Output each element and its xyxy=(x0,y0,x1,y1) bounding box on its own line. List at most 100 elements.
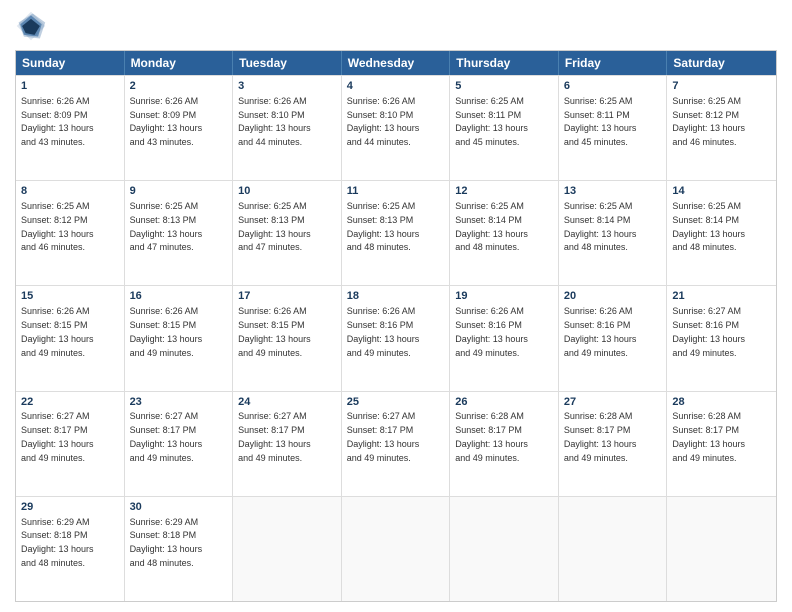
day-info: Sunrise: 6:26 AM Sunset: 8:16 PM Dayligh… xyxy=(455,306,528,357)
calendar-cell: 22Sunrise: 6:27 AM Sunset: 8:17 PM Dayli… xyxy=(16,392,125,496)
day-info: Sunrise: 6:25 AM Sunset: 8:11 PM Dayligh… xyxy=(455,96,528,147)
day-info: Sunrise: 6:25 AM Sunset: 8:12 PM Dayligh… xyxy=(672,96,745,147)
day-info: Sunrise: 6:27 AM Sunset: 8:16 PM Dayligh… xyxy=(672,306,745,357)
calendar-cell xyxy=(233,497,342,601)
day-number: 16 xyxy=(130,289,228,304)
calendar-cell: 20Sunrise: 6:26 AM Sunset: 8:16 PM Dayli… xyxy=(559,286,668,390)
calendar-cell: 15Sunrise: 6:26 AM Sunset: 8:15 PM Dayli… xyxy=(16,286,125,390)
calendar-row: 29 Sunrise: 6:29 AM Sunset: 8:18 PM Dayli… xyxy=(16,496,776,601)
day-info: Sunrise: 6:27 AM Sunset: 8:17 PM Dayligh… xyxy=(238,411,311,462)
day-info: Sunrise: 6:25 AM Sunset: 8:14 PM Dayligh… xyxy=(564,201,637,252)
day-info: Sunrise: 6:29 AM Sunset: 8:18 PM Dayligh… xyxy=(21,517,94,568)
calendar-cell: 29 Sunrise: 6:29 AM Sunset: 8:18 PM Dayli… xyxy=(16,497,125,601)
calendar-row: 15 Sunrise: 6:26 AM Sunset: 8:15 PM Dayli… xyxy=(16,285,776,390)
day-info: Sunrise: 6:27 AM Sunset: 8:17 PM Dayligh… xyxy=(347,411,420,462)
calendar-cell: 23Sunrise: 6:27 AM Sunset: 8:17 PM Dayli… xyxy=(125,392,234,496)
calendar-row: 22Sunrise: 6:27 AM Sunset: 8:17 PM Dayli… xyxy=(16,391,776,496)
calendar-cell: 19 Sunrise: 6:26 AM Sunset: 8:16 PM Dayli… xyxy=(450,286,559,390)
day-info: Sunrise: 6:26 AM Sunset: 8:16 PM Dayligh… xyxy=(564,306,637,357)
calendar-cell xyxy=(450,497,559,601)
day-info: Sunrise: 6:26 AM Sunset: 8:10 PM Dayligh… xyxy=(238,96,311,147)
day-number: 22 xyxy=(21,395,119,410)
calendar-cell: 12 Sunrise: 6:25 AM Sunset: 8:14 PM Dayli… xyxy=(450,181,559,285)
day-number: 18 xyxy=(347,289,445,304)
calendar-cell xyxy=(342,497,451,601)
calendar-cell: 5 Sunrise: 6:25 AM Sunset: 8:11 PM Daylig… xyxy=(450,76,559,180)
day-number: 5 xyxy=(455,79,553,94)
calendar: SundayMondayTuesdayWednesdayThursdayFrid… xyxy=(15,50,777,602)
calendar-header: SundayMondayTuesdayWednesdayThursdayFrid… xyxy=(16,51,776,75)
day-number: 12 xyxy=(455,184,553,199)
calendar-cell: 8 Sunrise: 6:25 AM Sunset: 8:12 PM Daylig… xyxy=(16,181,125,285)
day-number: 8 xyxy=(21,184,119,199)
calendar-cell: 21Sunrise: 6:27 AM Sunset: 8:16 PM Dayli… xyxy=(667,286,776,390)
calendar-row: 1 Sunrise: 6:26 AM Sunset: 8:09 PM Daylig… xyxy=(16,75,776,180)
logo-icon xyxy=(15,10,47,42)
calendar-cell: 2 Sunrise: 6:26 AM Sunset: 8:09 PM Daylig… xyxy=(125,76,234,180)
day-number: 13 xyxy=(564,184,662,199)
day-number: 2 xyxy=(130,79,228,94)
weekday-header: Tuesday xyxy=(233,51,342,75)
day-info: Sunrise: 6:28 AM Sunset: 8:17 PM Dayligh… xyxy=(564,411,637,462)
day-number: 7 xyxy=(672,79,771,94)
calendar-body: 1 Sunrise: 6:26 AM Sunset: 8:09 PM Daylig… xyxy=(16,75,776,601)
day-info: Sunrise: 6:26 AM Sunset: 8:16 PM Dayligh… xyxy=(347,306,420,357)
day-number: 14 xyxy=(672,184,771,199)
calendar-cell: 13 Sunrise: 6:25 AM Sunset: 8:14 PM Dayli… xyxy=(559,181,668,285)
day-info: Sunrise: 6:26 AM Sunset: 8:10 PM Dayligh… xyxy=(347,96,420,147)
calendar-cell: 10 Sunrise: 6:25 AM Sunset: 8:13 PM Dayli… xyxy=(233,181,342,285)
day-number: 30 xyxy=(130,500,228,515)
day-info: Sunrise: 6:27 AM Sunset: 8:17 PM Dayligh… xyxy=(21,411,94,462)
day-info: Sunrise: 6:28 AM Sunset: 8:17 PM Dayligh… xyxy=(455,411,528,462)
header xyxy=(15,10,777,42)
day-number: 10 xyxy=(238,184,336,199)
day-info: Sunrise: 6:27 AM Sunset: 8:17 PM Dayligh… xyxy=(130,411,203,462)
calendar-cell: 26Sunrise: 6:28 AM Sunset: 8:17 PM Dayli… xyxy=(450,392,559,496)
day-info: Sunrise: 6:25 AM Sunset: 8:13 PM Dayligh… xyxy=(347,201,420,252)
day-number: 19 xyxy=(455,289,553,304)
day-info: Sunrise: 6:25 AM Sunset: 8:11 PM Dayligh… xyxy=(564,96,637,147)
day-info: Sunrise: 6:25 AM Sunset: 8:13 PM Dayligh… xyxy=(238,201,311,252)
calendar-cell: 7 Sunrise: 6:25 AM Sunset: 8:12 PM Daylig… xyxy=(667,76,776,180)
logo xyxy=(15,10,51,42)
day-info: Sunrise: 6:29 AM Sunset: 8:18 PM Dayligh… xyxy=(130,517,203,568)
weekday-header: Thursday xyxy=(450,51,559,75)
weekday-header: Monday xyxy=(125,51,234,75)
day-number: 4 xyxy=(347,79,445,94)
day-info: Sunrise: 6:25 AM Sunset: 8:14 PM Dayligh… xyxy=(455,201,528,252)
day-info: Sunrise: 6:26 AM Sunset: 8:09 PM Dayligh… xyxy=(130,96,203,147)
calendar-cell: 17Sunrise: 6:26 AM Sunset: 8:15 PM Dayli… xyxy=(233,286,342,390)
day-number: 26 xyxy=(455,395,553,410)
calendar-cell: 11 Sunrise: 6:25 AM Sunset: 8:13 PM Dayli… xyxy=(342,181,451,285)
calendar-cell: 14Sunrise: 6:25 AM Sunset: 8:14 PM Dayli… xyxy=(667,181,776,285)
calendar-cell: 25Sunrise: 6:27 AM Sunset: 8:17 PM Dayli… xyxy=(342,392,451,496)
day-info: Sunrise: 6:26 AM Sunset: 8:15 PM Dayligh… xyxy=(238,306,311,357)
day-info: Sunrise: 6:26 AM Sunset: 8:09 PM Dayligh… xyxy=(21,96,94,147)
calendar-cell: 6 Sunrise: 6:25 AM Sunset: 8:11 PM Daylig… xyxy=(559,76,668,180)
day-number: 29 xyxy=(21,500,119,515)
day-number: 6 xyxy=(564,79,662,94)
day-number: 15 xyxy=(21,289,119,304)
calendar-cell: 18 Sunrise: 6:26 AM Sunset: 8:16 PM Dayli… xyxy=(342,286,451,390)
day-number: 1 xyxy=(21,79,119,94)
day-number: 24 xyxy=(238,395,336,410)
day-number: 3 xyxy=(238,79,336,94)
weekday-header: Wednesday xyxy=(342,51,451,75)
weekday-header: Sunday xyxy=(16,51,125,75)
calendar-cell: 3 Sunrise: 6:26 AM Sunset: 8:10 PM Daylig… xyxy=(233,76,342,180)
calendar-cell: 9Sunrise: 6:25 AM Sunset: 8:13 PM Daylig… xyxy=(125,181,234,285)
day-info: Sunrise: 6:25 AM Sunset: 8:12 PM Dayligh… xyxy=(21,201,94,252)
day-number: 28 xyxy=(672,395,771,410)
weekday-header: Friday xyxy=(559,51,668,75)
day-info: Sunrise: 6:28 AM Sunset: 8:17 PM Dayligh… xyxy=(672,411,745,462)
calendar-cell: 28Sunrise: 6:28 AM Sunset: 8:17 PM Dayli… xyxy=(667,392,776,496)
calendar-cell xyxy=(559,497,668,601)
calendar-cell xyxy=(667,497,776,601)
calendar-cell: 1 Sunrise: 6:26 AM Sunset: 8:09 PM Daylig… xyxy=(16,76,125,180)
day-number: 25 xyxy=(347,395,445,410)
calendar-cell: 4 Sunrise: 6:26 AM Sunset: 8:10 PM Daylig… xyxy=(342,76,451,180)
day-number: 9 xyxy=(130,184,228,199)
day-number: 27 xyxy=(564,395,662,410)
day-number: 11 xyxy=(347,184,445,199)
calendar-cell: 30 Sunrise: 6:29 AM Sunset: 8:18 PM Dayli… xyxy=(125,497,234,601)
